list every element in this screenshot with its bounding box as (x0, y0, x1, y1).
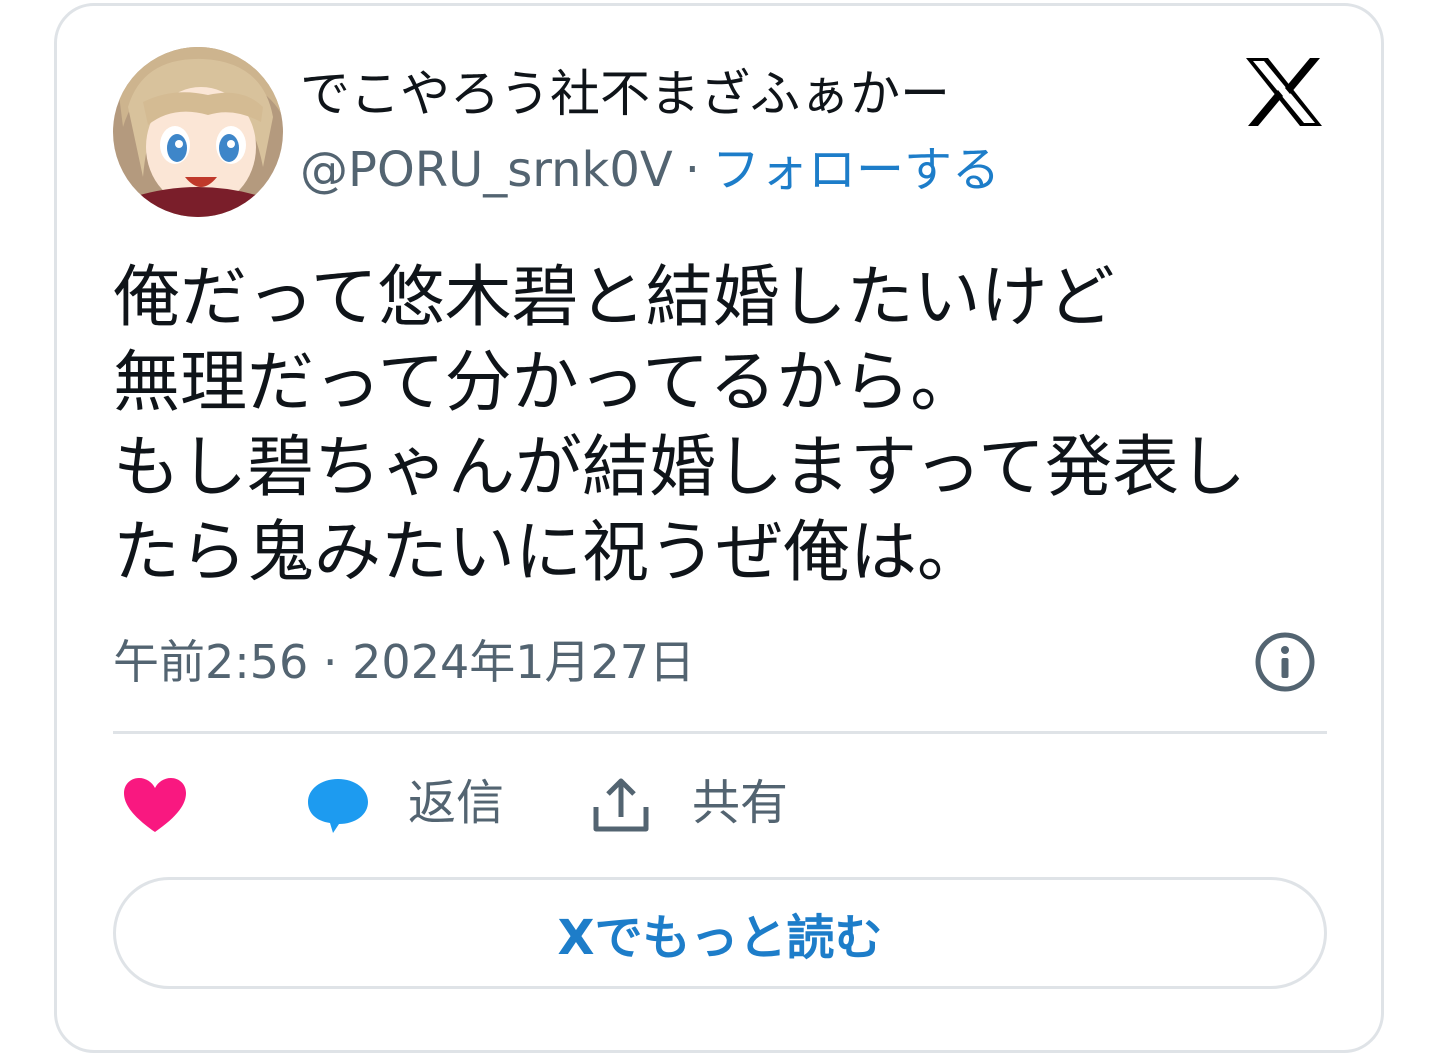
avatar-image (113, 47, 283, 217)
x-logo-icon[interactable] (1244, 56, 1324, 128)
tweet-text: 俺だって悠木碧と結婚したいけど 無理だって分かってるから。 もし碧ちゃんが結婚し… (113, 255, 1343, 595)
author-handle-row: @PORU_srnk0V · フォローする (300, 138, 1000, 202)
tweet-line: たら鬼みたいに祝うぜ俺は。 (113, 513, 984, 591)
follow-button[interactable]: フォローする (712, 142, 1000, 198)
read-more-button[interactable]: Xでもっと読む (113, 877, 1327, 989)
tweet-line: 無理だって分かってるから。 (113, 343, 978, 421)
separator-dot: · (684, 142, 700, 198)
speech-bubble-icon (308, 779, 368, 833)
share-label: 共有 (692, 775, 789, 831)
author-handle[interactable]: @PORU_srnk0V (300, 142, 673, 198)
tweet-timestamp[interactable]: 午前2:56 · 2024年1月27日 (113, 632, 695, 692)
avatar[interactable] (113, 47, 283, 217)
heart-icon[interactable] (122, 776, 188, 834)
info-icon[interactable] (1254, 631, 1316, 693)
author-display-name[interactable]: でこやろう社不まざふぁかー (300, 62, 950, 126)
tweet-line: 俺だって悠木碧と結婚したいけど (113, 258, 1115, 336)
reply-label: 返信 (408, 775, 505, 831)
divider (113, 731, 1327, 734)
tweet-line: もし碧ちゃんが結婚しますって発表し (113, 428, 1246, 506)
share-upload-icon (593, 778, 649, 832)
